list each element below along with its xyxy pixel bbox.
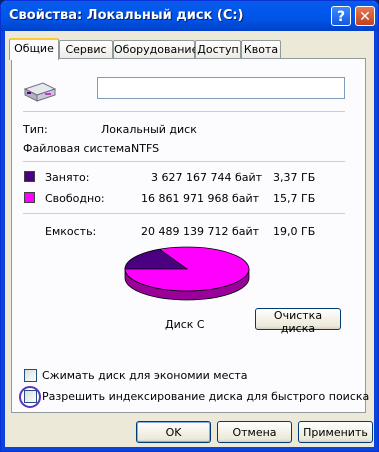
- disk-name-input[interactable]: [97, 77, 345, 99]
- filesystem-value: NTFS: [131, 142, 160, 155]
- separator-middle: [23, 161, 345, 162]
- used-size: 3,37 ГБ: [273, 171, 316, 184]
- index-label[interactable]: Разрешить индексирование диска для быстр…: [42, 390, 369, 403]
- help-button[interactable]: ?: [331, 6, 351, 26]
- used-bytes: 3 627 167 744 байт: [151, 171, 263, 184]
- used-label: Занято:: [45, 171, 90, 184]
- close-button[interactable]: ✕: [355, 6, 375, 26]
- ok-button[interactable]: OK: [136, 421, 211, 443]
- separator-capacity: [23, 213, 345, 214]
- tab-quota[interactable]: Квота: [241, 40, 281, 58]
- apply-button[interactable]: Применить: [298, 421, 373, 443]
- free-color-swatch: [24, 192, 35, 203]
- disk-label: Диск C: [165, 318, 205, 331]
- capacity-size: 19,0 ГБ: [273, 225, 316, 238]
- properties-window: Свойства: Локальный диск (C:) ? ✕ Общие …: [0, 0, 379, 452]
- capacity-bytes: 20 489 139 712 байт: [141, 225, 260, 238]
- type-value: Локальный диск: [101, 123, 197, 136]
- free-bytes: 16 861 971 968 байт: [141, 192, 260, 205]
- capacity-label: Емкость:: [45, 225, 97, 238]
- type-label: Тип:: [23, 123, 48, 136]
- window-frame-right: [374, 31, 378, 451]
- separator-top: [23, 111, 345, 112]
- free-label: Свободно:: [45, 192, 105, 205]
- tab-hardware[interactable]: Оборудование: [113, 40, 198, 58]
- filesystem-label: Файловая система:: [23, 142, 135, 155]
- hard-drive-icon: [23, 82, 57, 102]
- compress-checkbox[interactable]: [24, 369, 37, 382]
- cancel-button[interactable]: Отмена: [217, 421, 292, 443]
- window-title: Свойства: Локальный диск (C:): [9, 8, 244, 23]
- tab-general[interactable]: Общие: [9, 38, 59, 60]
- disk-usage-pie-chart: [124, 246, 250, 301]
- window-frame-left: [1, 31, 5, 451]
- used-color-swatch: [24, 171, 35, 182]
- tab-service[interactable]: Сервис: [59, 40, 113, 58]
- free-size: 15,7 ГБ: [273, 192, 316, 205]
- window-frame-bottom: [1, 447, 378, 451]
- index-checkbox[interactable]: [24, 390, 37, 403]
- title-bar[interactable]: Свойства: Локальный диск (C:) ? ✕: [1, 1, 378, 31]
- disk-cleanup-button[interactable]: Очистка диска: [255, 308, 341, 335]
- compress-label[interactable]: Сжимать диск для экономии места: [42, 369, 248, 382]
- tab-sharing[interactable]: Доступ: [195, 40, 241, 58]
